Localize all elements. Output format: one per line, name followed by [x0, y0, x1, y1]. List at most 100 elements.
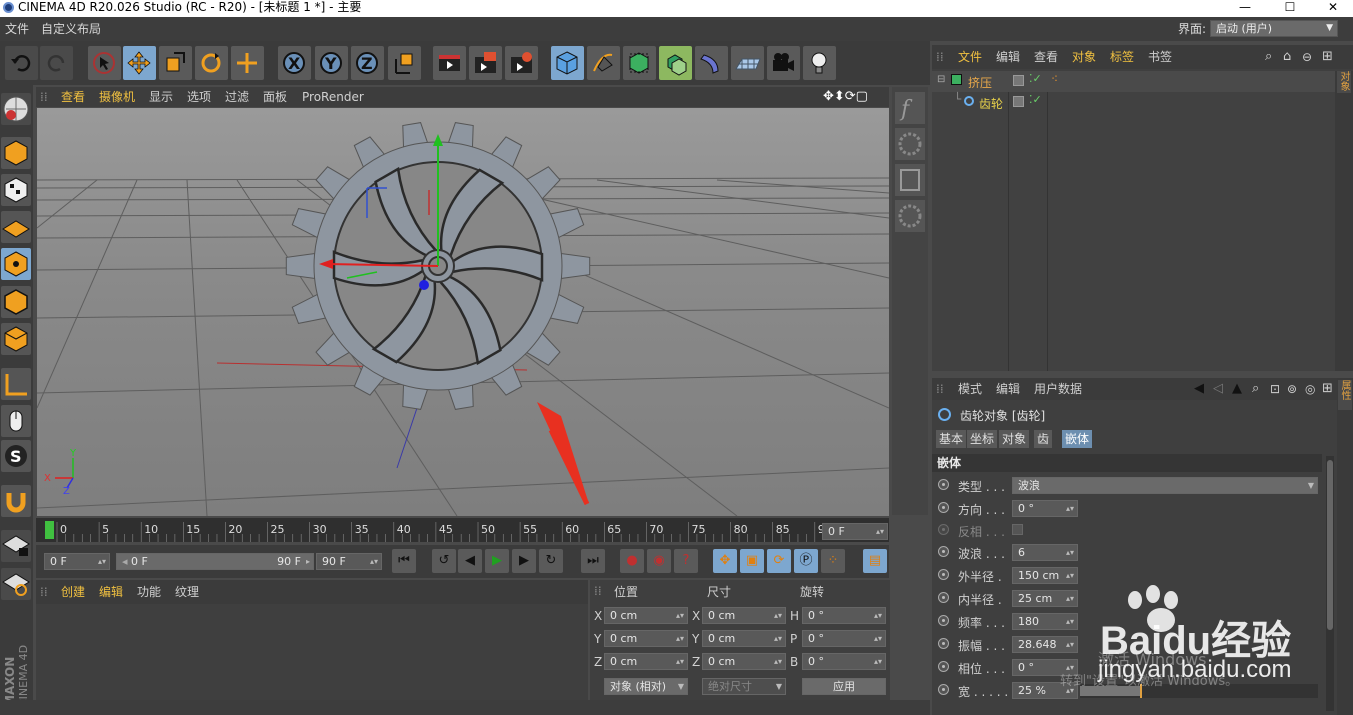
size-z-field[interactable]: 0 cm ▴▾ [702, 653, 786, 670]
direction-field[interactable]: 0 ° ▴▾ [1012, 500, 1078, 517]
redo-button[interactable] [40, 46, 73, 80]
waves-field[interactable]: 6 ▴▾ [1012, 544, 1078, 561]
move-tool-icon[interactable] [123, 46, 156, 80]
material-menu-edit[interactable]: 编辑 [99, 580, 123, 604]
solo-mode-icon[interactable]: S [1, 440, 31, 472]
home-icon[interactable]: ⌂ [1283, 45, 1291, 69]
render-to-picture-viewer-icon[interactable] [469, 46, 502, 80]
viewport-menu-display[interactable]: 显示 [149, 87, 173, 107]
viewport-menu-prorender[interactable]: ProRender [302, 87, 364, 107]
forward-arrow-icon[interactable]: ◁ [1213, 378, 1223, 400]
minimize-button[interactable]: — [1230, 0, 1260, 14]
search-icon[interactable]: ⌕ [1252, 378, 1259, 400]
subdivision-surface-icon[interactable] [623, 46, 656, 80]
maximize-button[interactable]: ☐ [1275, 0, 1305, 14]
render-view-icon[interactable] [433, 46, 466, 80]
close-button[interactable]: ✕ [1318, 0, 1348, 14]
timeline-ruler[interactable]: 051015202530354045505560657075808590 [36, 518, 889, 542]
viewport-nav-icon[interactable]: ✥⬍⟳▢ [823, 87, 868, 107]
pen-spline-icon[interactable] [587, 46, 620, 80]
viewport-menu-camera[interactable]: 摄像机 [99, 87, 135, 107]
lock-icon[interactable]: ⊡ [1270, 378, 1280, 400]
amplitude-field[interactable]: 28.648 ▴▾ [1012, 636, 1078, 653]
phong-tag-icon[interactable]: ⁖ [1051, 72, 1058, 86]
animate-dot-icon[interactable] [938, 524, 949, 535]
viewport-menu-options[interactable]: 选项 [187, 87, 211, 107]
obj-menu-edit[interactable]: 编辑 [996, 45, 1020, 69]
new-panel-icon[interactable]: ⊞ [1322, 378, 1333, 400]
go-to-start-icon[interactable]: ⏮ [392, 549, 416, 573]
type-dropdown[interactable]: 波浪 ▼ [1012, 477, 1318, 494]
cube-object-icon[interactable] [551, 46, 584, 80]
animate-dot-icon[interactable] [938, 615, 949, 626]
size-mode-select[interactable]: 绝对尺寸 ▼ [702, 678, 786, 695]
visibility-check-icon[interactable]: ⁚✓ [1029, 93, 1042, 106]
outer-radius-field[interactable]: 150 cm ▴▾ [1012, 567, 1078, 584]
target-icon[interactable]: ◎ [1305, 378, 1315, 400]
frame-range-slider[interactable]: ◂ 0 F 90 F ▸ [116, 553, 314, 570]
attr-menu-edit[interactable]: 编辑 [996, 378, 1020, 400]
animate-dot-icon[interactable] [938, 684, 949, 695]
tab-object[interactable]: 对象 [999, 430, 1030, 448]
rot-h-field[interactable]: 0 ° ▴▾ [802, 607, 886, 624]
next-key-icon[interactable]: ↻ [539, 549, 563, 573]
edges-mode-icon[interactable] [1, 286, 31, 318]
play-icon[interactable]: ▶ [485, 549, 509, 573]
key-parameter-icon[interactable]: Ⓟ [794, 549, 818, 573]
camera-object-icon[interactable] [767, 46, 800, 80]
viewport-menu-view[interactable]: 查看 [61, 87, 85, 107]
obj-menu-bookmarks[interactable]: 书签 [1148, 45, 1172, 69]
inner-radius-field[interactable]: 25 cm ▴▾ [1012, 590, 1078, 607]
obj-menu-tags[interactable]: 标签 [1110, 45, 1134, 69]
material-menu-texture[interactable]: 纹理 [175, 580, 199, 604]
material-menu-function[interactable]: 功能 [137, 580, 161, 604]
attr-menu-mode[interactable]: 模式 [958, 378, 982, 400]
animate-dot-icon[interactable] [938, 546, 949, 557]
viewport-menu-filter[interactable]: 过滤 [225, 87, 249, 107]
menu-custom-layout[interactable]: 自定义布局 [41, 17, 101, 41]
keyframe-selection-icon[interactable]: ? [674, 549, 698, 573]
floor-object-icon[interactable] [731, 46, 764, 80]
current-frame-field[interactable]: 0 F ▴▾ [822, 523, 888, 540]
x-axis-lock-icon[interactable]: X [278, 46, 311, 80]
next-frame-icon[interactable]: ▶ [512, 549, 536, 573]
attr-menu-userdata[interactable]: 用户数据 [1034, 378, 1082, 400]
pos-x-field[interactable]: 0 cm ▴▾ [604, 607, 688, 624]
menu-file[interactable]: 文件 [5, 17, 29, 41]
snap-magnet-icon[interactable] [1, 485, 31, 517]
coord-mode-select[interactable]: 对象 (相对) ▼ [604, 678, 688, 695]
timeline-film-icon[interactable]: ▤ [863, 549, 887, 573]
animate-dot-icon[interactable] [938, 661, 949, 672]
tab-inlay[interactable]: 嵌体 [1062, 430, 1093, 448]
y-axis-lock-icon[interactable]: Y [315, 46, 348, 80]
scale-tool-icon[interactable] [159, 46, 192, 80]
undo-button[interactable] [5, 46, 38, 80]
tab-basic[interactable]: 基本 [936, 430, 967, 448]
obj-menu-view[interactable]: 查看 [1034, 45, 1058, 69]
render-settings-icon[interactable] [505, 46, 538, 80]
back-arrow-icon[interactable]: ◀ [1194, 378, 1204, 400]
model-mode-icon[interactable] [1, 137, 31, 169]
interface-select[interactable]: 启动 (用户) ▼ [1210, 20, 1338, 37]
3d-viewport[interactable]: Y Z X [37, 108, 889, 516]
animate-dot-icon[interactable] [938, 638, 949, 649]
key-position-icon[interactable]: ✥ [713, 549, 737, 573]
tab-teeth[interactable]: 齿 [1034, 430, 1053, 448]
texture-mode-icon[interactable] [1, 174, 31, 206]
expression-icon[interactable]: f [895, 92, 925, 124]
settings-icon[interactable]: ⊚ [1287, 378, 1297, 400]
link-icon[interactable]: ⊖ [1302, 45, 1312, 69]
obj-menu-objects[interactable]: 对象 [1072, 45, 1096, 69]
new-panel-icon[interactable]: ⊞ [1322, 45, 1333, 69]
size-x-field[interactable]: 0 cm ▴▾ [702, 607, 786, 624]
record-keys-icon[interactable]: ● [620, 549, 644, 573]
attr-scrollbar[interactable] [1326, 456, 1334, 711]
layer-icon[interactable] [1013, 96, 1024, 107]
deformer-icon[interactable] [695, 46, 728, 80]
animate-dot-icon[interactable] [938, 502, 949, 513]
playhead-marker[interactable] [45, 521, 54, 539]
pos-z-field[interactable]: 0 cm ▴▾ [604, 653, 688, 670]
array-object-icon[interactable] [659, 46, 692, 80]
object-name-extrude[interactable]: 挤压 [968, 74, 992, 91]
make-editable-icon[interactable] [1, 93, 31, 125]
